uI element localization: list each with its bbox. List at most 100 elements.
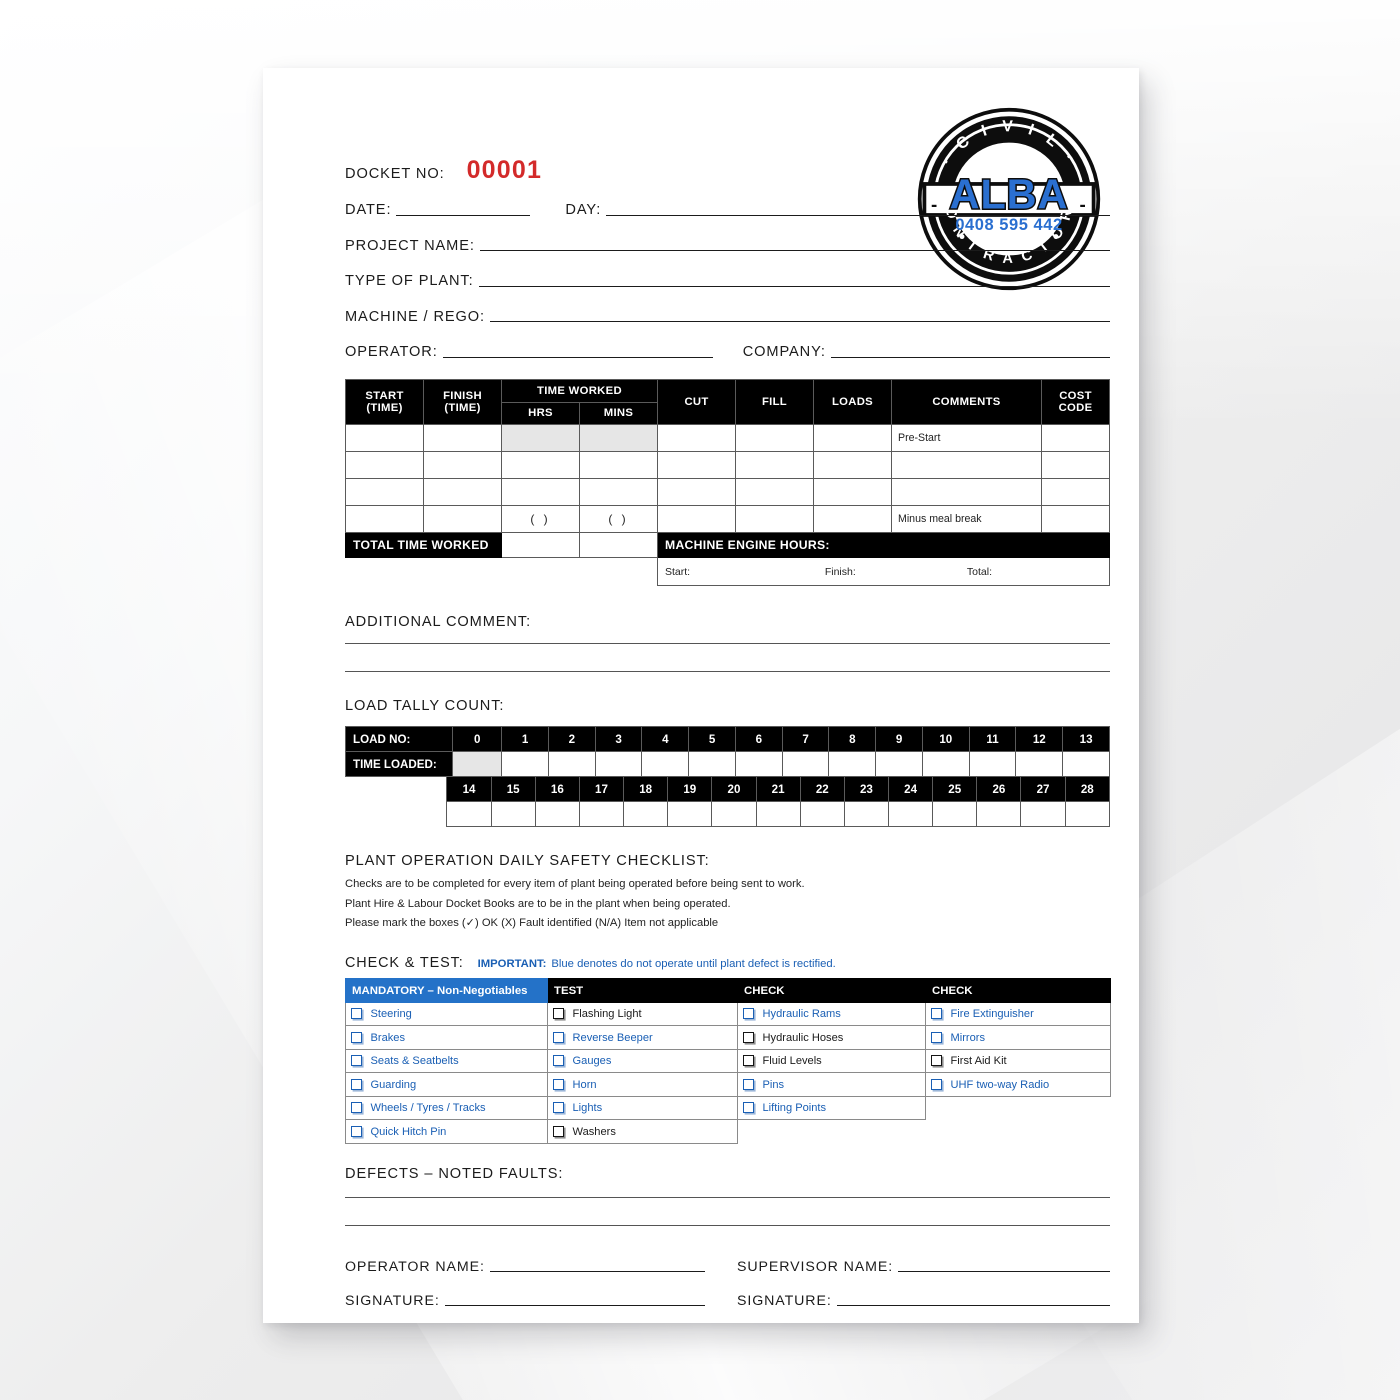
checkbox-icon[interactable]: [743, 1055, 755, 1067]
checkbox-icon[interactable]: [553, 1031, 565, 1043]
time-loaded-cell-2[interactable]: [547, 751, 596, 778]
checkbox-icon[interactable]: [351, 1078, 363, 1090]
day-input[interactable]: [606, 214, 1110, 216]
checkbox-cell[interactable]: [547, 1095, 570, 1121]
checkbox-icon[interactable]: [931, 1031, 943, 1043]
date-input[interactable]: [396, 214, 531, 216]
cell-comment[interactable]: [891, 450, 1042, 479]
checkbox-icon[interactable]: [351, 1008, 363, 1020]
checkbox-icon[interactable]: [931, 1008, 943, 1020]
time-loaded-cell-22[interactable]: [799, 801, 845, 828]
checkbox-cell[interactable]: [925, 1025, 948, 1050]
checkbox-icon[interactable]: [743, 1078, 755, 1090]
defects-line-1[interactable]: [345, 1196, 1110, 1198]
cell-start[interactable]: [345, 504, 424, 533]
time-loaded-cell-26[interactable]: [976, 801, 1022, 828]
time-loaded-cell-19[interactable]: [667, 801, 713, 828]
time-loaded-cell-15[interactable]: [490, 801, 536, 828]
checkbox-cell[interactable]: [345, 1095, 368, 1121]
time-loaded-cell-18[interactable]: [623, 801, 669, 828]
cell-cut[interactable]: [657, 477, 736, 506]
time-loaded-cell-24[interactable]: [887, 801, 934, 828]
time-loaded-cell-12[interactable]: [1015, 751, 1064, 778]
checkbox-icon[interactable]: [931, 1078, 943, 1090]
cell-start[interactable]: [345, 477, 424, 506]
checkbox-icon[interactable]: [553, 1055, 565, 1067]
cell-hrs[interactable]: [501, 423, 580, 452]
time-loaded-cell-27[interactable]: [1020, 801, 1066, 828]
cell-mins[interactable]: [579, 423, 658, 452]
cell-cost-code[interactable]: [1041, 477, 1110, 506]
time-loaded-cell-10[interactable]: [921, 751, 970, 778]
time-loaded-cell-8[interactable]: [828, 751, 877, 778]
checkbox-cell[interactable]: [547, 1025, 570, 1050]
checkbox-icon[interactable]: [931, 1055, 943, 1067]
cell-loads[interactable]: [813, 504, 892, 533]
checkbox-icon[interactable]: [553, 1078, 565, 1090]
time-loaded-cell-7[interactable]: [781, 751, 830, 778]
cell-cost-code[interactable]: [1041, 423, 1110, 452]
cell-mins-paren[interactable]: ( ): [579, 504, 658, 533]
time-loaded-cell-5[interactable]: [688, 751, 736, 778]
cell-loads[interactable]: [813, 423, 892, 452]
checkbox-icon[interactable]: [553, 1125, 565, 1137]
checkbox-cell[interactable]: [345, 1025, 368, 1050]
cell-cost-code[interactable]: [1041, 450, 1110, 479]
additional-comment-line-2[interactable]: [345, 670, 1110, 673]
time-loaded-cell-9[interactable]: [875, 751, 923, 778]
checkbox-cell[interactable]: [925, 1001, 948, 1027]
cell-fill[interactable]: [735, 450, 814, 479]
operator-input[interactable]: [442, 356, 713, 358]
checkbox-icon[interactable]: [553, 1008, 565, 1020]
checkbox-cell[interactable]: [345, 1048, 368, 1074]
supervisor-signature-input[interactable]: [836, 1304, 1110, 1307]
checkbox-icon[interactable]: [743, 1031, 755, 1043]
cell-cut[interactable]: [657, 504, 736, 533]
operator-signature-input[interactable]: [444, 1304, 705, 1307]
type-of-plant-input[interactable]: [478, 285, 1110, 287]
cell-hrs[interactable]: [501, 450, 580, 479]
defects-line-2[interactable]: [345, 1224, 1110, 1226]
time-loaded-cell-23[interactable]: [843, 801, 890, 828]
cell-loads[interactable]: [813, 450, 892, 479]
cell-fill[interactable]: [735, 477, 814, 506]
checkbox-icon[interactable]: [743, 1102, 755, 1114]
checkbox-cell[interactable]: [737, 1095, 760, 1121]
additional-comment-line-1[interactable]: [345, 642, 1110, 645]
cell-cost-code[interactable]: [1041, 504, 1110, 533]
checkbox-cell[interactable]: [737, 1025, 760, 1050]
cell-total-hrs[interactable]: [501, 531, 580, 558]
time-loaded-cell-1[interactable]: [501, 751, 549, 778]
cell-hrs[interactable]: [501, 477, 580, 506]
cell-fill[interactable]: [735, 504, 814, 533]
operator-name-input[interactable]: [489, 1270, 705, 1272]
checkbox-icon[interactable]: [351, 1031, 363, 1043]
cell-total-mins[interactable]: [579, 531, 658, 558]
checkbox-cell[interactable]: [345, 1001, 368, 1027]
checkbox-cell[interactable]: [547, 1048, 570, 1074]
cell-start[interactable]: [345, 450, 424, 479]
time-loaded-cell-13[interactable]: [1062, 751, 1110, 778]
time-loaded-cell-17[interactable]: [578, 801, 625, 828]
cell-finish[interactable]: [423, 477, 502, 506]
checkbox-cell[interactable]: [547, 1001, 570, 1027]
time-loaded-cell-6[interactable]: [734, 751, 783, 778]
cell-mins[interactable]: [579, 477, 658, 506]
cell-comment[interactable]: [891, 477, 1042, 506]
cell-start[interactable]: [345, 423, 424, 452]
cell-cut[interactable]: [657, 423, 736, 452]
checkbox-cell[interactable]: [925, 1072, 948, 1097]
checkbox-icon[interactable]: [351, 1102, 363, 1114]
checkbox-cell[interactable]: [737, 1048, 760, 1074]
cell-comment[interactable]: Pre-Start: [891, 423, 1042, 452]
company-input[interactable]: [830, 356, 1110, 358]
project-name-input[interactable]: [479, 249, 1110, 252]
time-loaded-cell-28[interactable]: [1064, 801, 1111, 828]
cell-hrs-paren[interactable]: ( ): [501, 504, 580, 533]
time-loaded-cell-11[interactable]: [968, 751, 1017, 778]
time-loaded-cell-25[interactable]: [932, 801, 978, 828]
machine-rego-input[interactable]: [490, 320, 1110, 323]
supervisor-name-input[interactable]: [898, 1270, 1110, 1272]
time-loaded-cell-0[interactable]: [452, 751, 503, 778]
time-loaded-cell-20[interactable]: [711, 801, 757, 828]
